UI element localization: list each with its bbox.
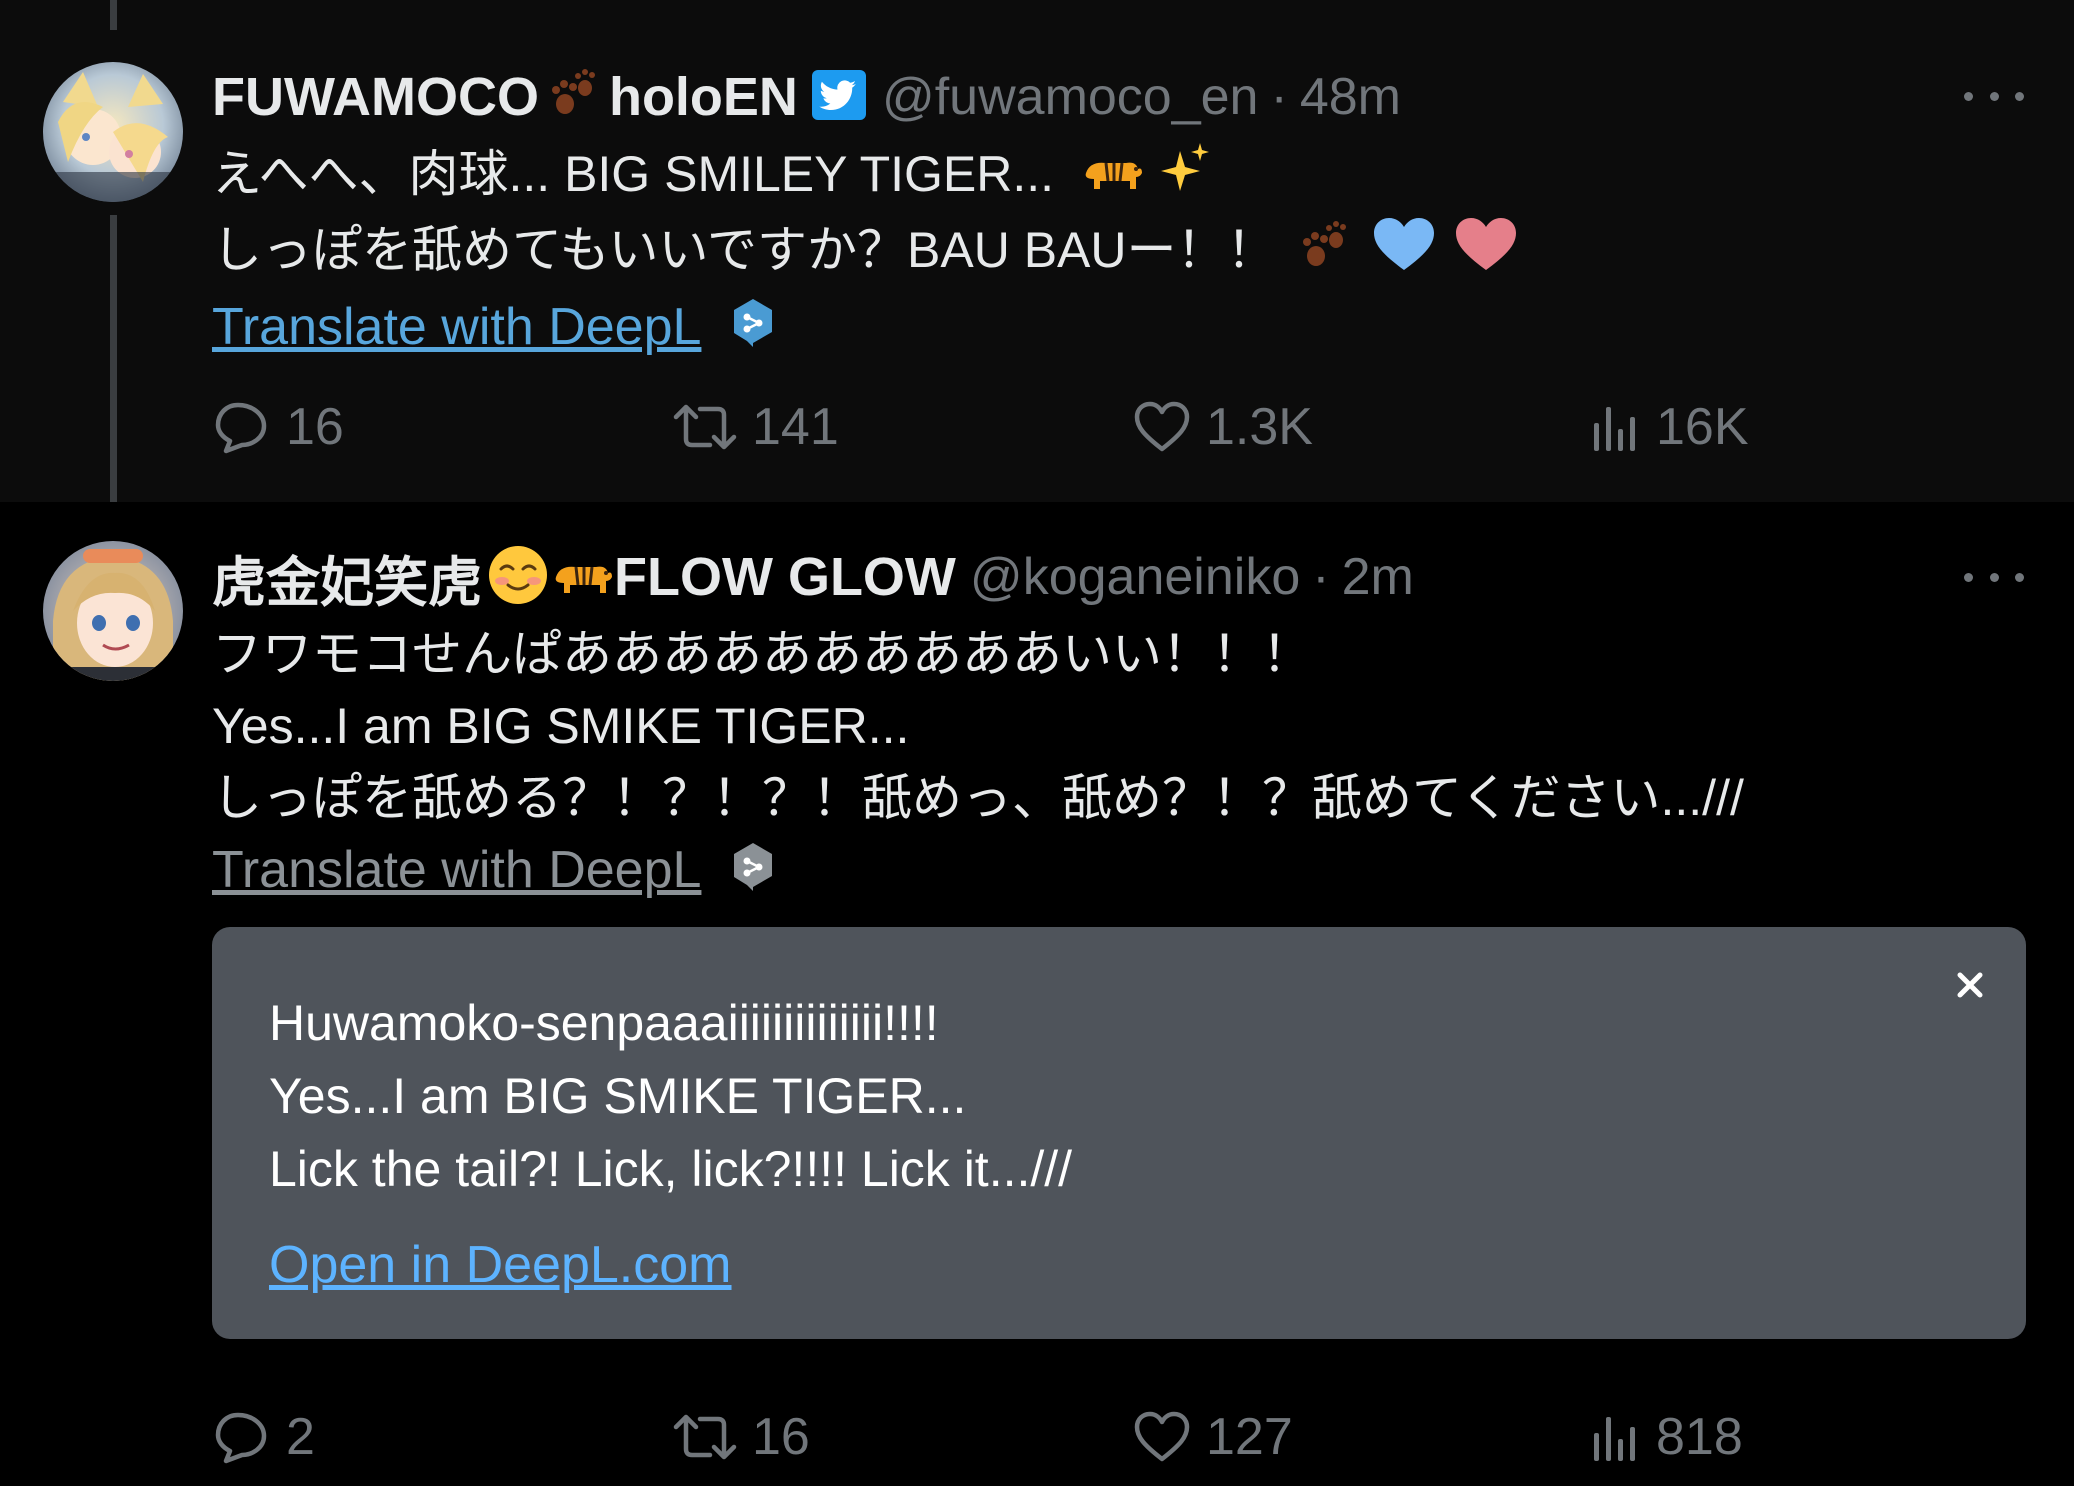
tweet-line: えへへ、肉球... BIG SMILEY TIGER... [212, 138, 1518, 214]
translation-line: Yes...I am BIG SMIKE TIGER... [269, 1068, 967, 1124]
more-icon[interactable] [1964, 76, 2024, 116]
view-count: 16K [1656, 398, 1749, 456]
reply-count: 16 [286, 398, 344, 456]
like-button[interactable]: 127 [1132, 1402, 1293, 1472]
translation-panel: Huwamoko-senpaaaiiiiiiiiiiiiii!!!! Yes..… [212, 927, 2026, 1339]
heart-icon [1134, 401, 1190, 452]
tweet-fuwamoco[interactable]: FUWAMOCO holoEN @fuwamoco_en · 48m えへへ、肉… [0, 0, 2074, 530]
reply-button[interactable]: 2 [212, 1402, 315, 1472]
tweet-line-text: えへへ、肉球... BIG SMILEY TIGER... [212, 146, 1055, 202]
avatar[interactable] [43, 541, 183, 681]
avatar[interactable] [43, 62, 183, 202]
separator: · [1270, 68, 1288, 126]
tweet-line: しっぽを舐める？！？！？！舐めっ、舐め？！？舐めてください.../// [212, 770, 1744, 826]
tweet-line-text: しっぽを舐めてもいいですか？BAU BAUー！！ [212, 222, 1277, 279]
tweet-line: Yes...I am BIG SMIKE TIGER... [212, 698, 910, 754]
tweet-text: えへへ、肉球... BIG SMILEY TIGER... しっぽを舐めてもいい… [212, 138, 1518, 366]
view-count: 818 [1656, 1408, 1743, 1466]
paw-emoji [1296, 216, 1354, 293]
timestamp[interactable]: 48m [1300, 67, 1401, 127]
like-button[interactable]: 1.3K [1132, 392, 1313, 462]
handle[interactable]: @fuwamoco_en [882, 67, 1259, 127]
reply-count: 2 [286, 1408, 315, 1466]
translation-text: Huwamoko-senpaaaiiiiiiiiiiiiii!!!! Yes..… [269, 987, 1072, 1206]
deepl-icon[interactable] [731, 838, 775, 910]
reply-icon [215, 1412, 267, 1464]
reply-icon [215, 402, 267, 454]
heart-icon [1134, 1411, 1190, 1462]
retweet-count: 141 [752, 398, 839, 456]
pink-heart-emoji [1454, 216, 1518, 293]
analytics-icon [1594, 407, 1635, 451]
tweet-actions: 2 16 127 818 [212, 1402, 1812, 1472]
like-count: 1.3K [1206, 398, 1313, 456]
tweet-line: フワモコせんぱああああああああああいい！！！ [212, 626, 1312, 682]
blue-heart-emoji [1372, 216, 1436, 293]
views-button[interactable]: 818 [1590, 1402, 1743, 1472]
tiger-emoji [1080, 142, 1144, 214]
translation-line: Lick the tail?! Lick, lick?!!!! Lick it.… [269, 1141, 1073, 1197]
close-icon[interactable] [1950, 965, 1990, 1005]
translation-line: Huwamoko-senpaaaiiiiiiiiiiiiii!!!! [269, 995, 939, 1051]
timestamp[interactable]: 2m [1342, 547, 1414, 607]
retweet-button[interactable]: 141 [672, 392, 839, 462]
display-name-suffix[interactable]: holoEN [609, 66, 798, 128]
display-name[interactable]: 虎金妃笑虎 [212, 538, 482, 617]
display-name[interactable]: FUWAMOCO [212, 66, 539, 128]
sparkles-emoji [1158, 141, 1212, 214]
thread-line-top [110, 0, 117, 30]
translate-link[interactable]: Translate with DeepL [212, 841, 701, 899]
analytics-icon [1594, 1417, 1635, 1461]
tiger-emoji [550, 551, 614, 604]
twitter-verified-icon [810, 66, 868, 129]
more-icon[interactable] [1964, 557, 2024, 597]
display-name-suffix[interactable]: FLOW GLOW [614, 546, 956, 608]
views-button[interactable]: 16K [1590, 392, 1749, 462]
separator: · [1312, 548, 1330, 606]
smiling-face-emoji [486, 543, 550, 612]
thread-line [110, 215, 117, 530]
tweet-koganeiniko[interactable]: 虎金妃笑虎 FLOW GLOW @koganeiniko · 2m フワモコせん… [0, 502, 2074, 1486]
retweet-icon [673, 404, 737, 450]
like-count: 127 [1206, 1408, 1293, 1466]
translate-link[interactable]: Translate with DeepL [212, 298, 701, 356]
retweet-icon [673, 1414, 737, 1460]
tweet-text: フワモコせんぱああああああああああいい！！！ Yes...I am BIG SM… [212, 618, 1744, 910]
tweet-header: 虎金妃笑虎 FLOW GLOW @koganeiniko · 2m [212, 542, 1414, 613]
reply-button[interactable]: 16 [212, 392, 344, 462]
retweet-button[interactable]: 16 [672, 1402, 810, 1472]
retweet-count: 16 [752, 1408, 810, 1466]
open-in-deepl-link[interactable]: Open in DeepL.com [269, 1235, 732, 1295]
paw-emoji [545, 66, 603, 129]
tweet-actions: 16 141 1.3K 16K [212, 392, 1812, 462]
tweet-header: FUWAMOCO holoEN @fuwamoco_en · 48m [212, 62, 1401, 132]
handle[interactable]: @koganeiniko [970, 547, 1300, 607]
tweet-line: しっぽを舐めてもいいですか？BAU BAUー！！ [212, 214, 1518, 292]
deepl-icon[interactable] [731, 294, 775, 366]
